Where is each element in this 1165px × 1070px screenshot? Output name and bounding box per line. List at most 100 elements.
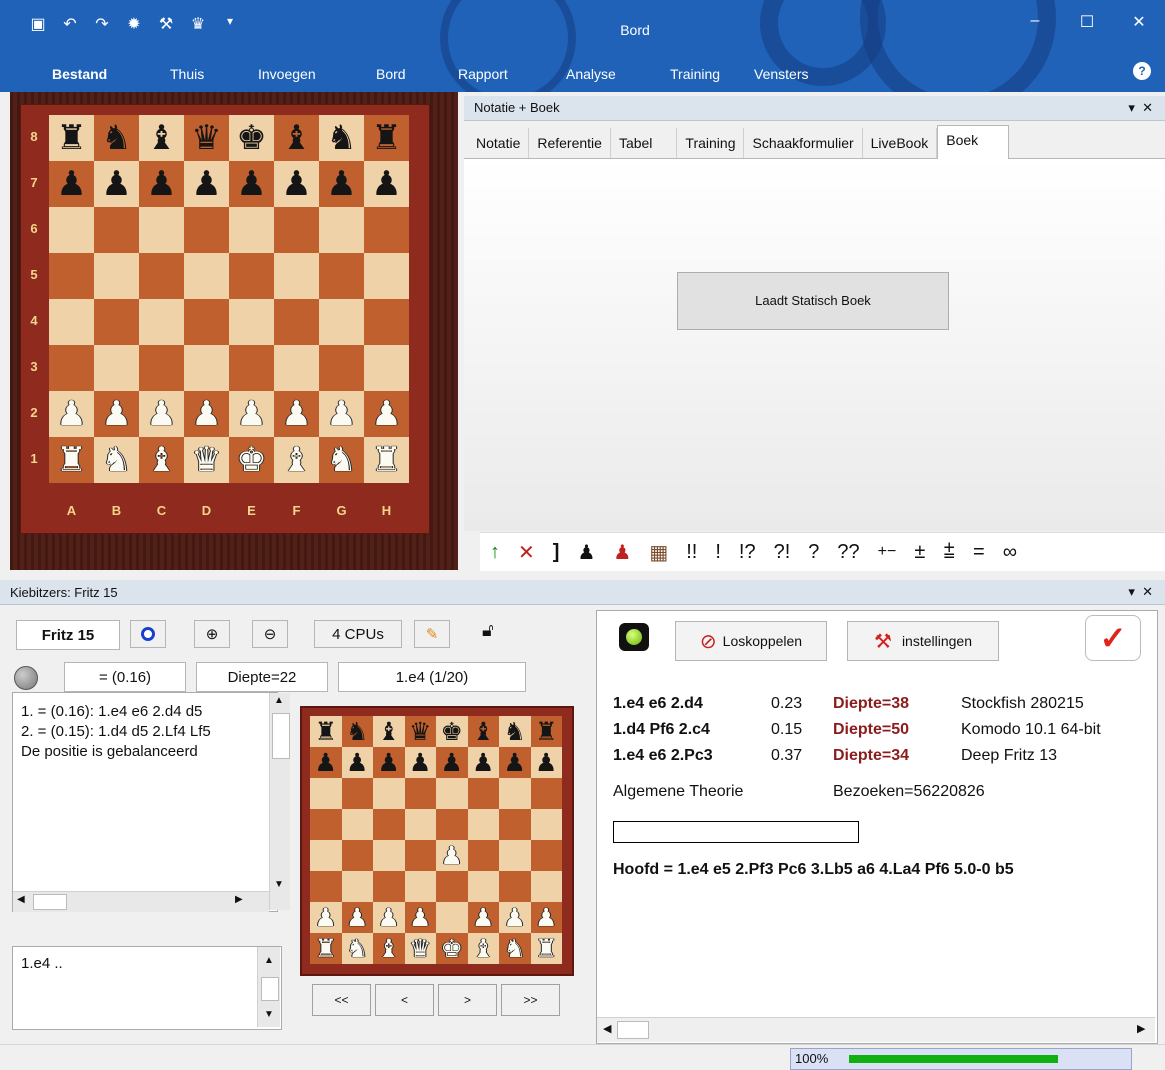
board-square[interactable]: ♟ bbox=[530, 747, 562, 778]
tab-boek[interactable]: Boek bbox=[937, 125, 1010, 159]
board-square[interactable]: ♟ bbox=[341, 902, 373, 933]
board-square[interactable]: ♞ bbox=[94, 437, 139, 483]
black-piece-n[interactable]: ♞ bbox=[346, 719, 368, 744]
black-piece-n[interactable]: ♞ bbox=[504, 719, 526, 744]
black-piece-p[interactable]: ♟ bbox=[472, 750, 494, 775]
symbol-white-better[interactable]: ± bbox=[914, 541, 925, 564]
board-square[interactable] bbox=[499, 778, 531, 809]
board-square[interactable] bbox=[364, 207, 409, 253]
board-square[interactable]: ♟ bbox=[404, 747, 436, 778]
board-square[interactable] bbox=[341, 809, 373, 840]
board-square[interactable] bbox=[229, 253, 274, 299]
board-square[interactable] bbox=[404, 871, 436, 902]
board-square[interactable] bbox=[94, 345, 139, 391]
black-piece-p[interactable]: ♟ bbox=[346, 750, 368, 775]
symbol-interesting[interactable]: !? bbox=[739, 541, 756, 564]
menu-analyse[interactable]: Analyse bbox=[566, 66, 670, 82]
stop-engine-icon[interactable] bbox=[130, 620, 166, 648]
board-square[interactable] bbox=[139, 253, 184, 299]
board-square[interactable]: ♟ bbox=[467, 902, 499, 933]
promote-variation-icon[interactable]: ↑ bbox=[490, 541, 500, 564]
engine-name-button[interactable]: Fritz 15 bbox=[16, 620, 120, 650]
board-square[interactable]: ♝ bbox=[139, 437, 184, 483]
white-piece-p[interactable]: ♟ bbox=[472, 905, 494, 930]
board-square[interactable] bbox=[436, 871, 468, 902]
board-square[interactable] bbox=[229, 299, 274, 345]
board-square[interactable]: ♟ bbox=[139, 391, 184, 437]
white-piece-p[interactable]: ♟ bbox=[535, 905, 557, 930]
white-piece-b[interactable]: ♝ bbox=[146, 443, 176, 477]
board-square[interactable]: ♛ bbox=[184, 437, 229, 483]
white-piece-q[interactable]: ♛ bbox=[191, 443, 221, 477]
white-piece-p[interactable]: ♟ bbox=[346, 905, 368, 930]
white-piece-p[interactable]: ♟ bbox=[101, 397, 131, 431]
board-square[interactable] bbox=[530, 871, 562, 902]
panel-close-icon[interactable]: ✕ bbox=[1142, 100, 1153, 115]
board-square[interactable]: ♟ bbox=[229, 391, 274, 437]
symbol-good[interactable]: ! bbox=[715, 541, 721, 564]
board-square[interactable]: ♛ bbox=[404, 716, 436, 747]
board-square[interactable] bbox=[49, 253, 94, 299]
board-square[interactable] bbox=[94, 253, 139, 299]
board-square[interactable] bbox=[499, 809, 531, 840]
black-piece-r[interactable]: ♜ bbox=[535, 719, 557, 744]
black-piece-p[interactable]: ♟ bbox=[535, 750, 557, 775]
nav-next-button[interactable]: > bbox=[438, 984, 497, 1016]
board-square[interactable]: ♟ bbox=[404, 902, 436, 933]
scrollbar-thumb[interactable] bbox=[33, 894, 67, 910]
panel-menu-icon[interactable]: ▾ bbox=[1128, 584, 1135, 599]
black-piece-p[interactable]: ♟ bbox=[371, 167, 401, 201]
board-square[interactable]: ♚ bbox=[229, 115, 274, 161]
white-piece-p[interactable]: ♟ bbox=[56, 397, 86, 431]
board-square[interactable] bbox=[319, 253, 364, 299]
board-square[interactable] bbox=[319, 299, 364, 345]
menu-thuis[interactable]: Thuis bbox=[170, 66, 258, 82]
symbol-white-winning[interactable]: +− bbox=[878, 543, 897, 561]
black-pawn-icon[interactable]: ♟ bbox=[577, 540, 595, 565]
board-square[interactable] bbox=[274, 345, 319, 391]
board-square[interactable] bbox=[436, 778, 468, 809]
board-square[interactable]: ♟ bbox=[49, 391, 94, 437]
menu-rapport[interactable]: Rapport bbox=[458, 66, 566, 82]
board-square[interactable] bbox=[467, 840, 499, 871]
board-square[interactable]: ♟ bbox=[373, 902, 405, 933]
board-square[interactable]: ♝ bbox=[467, 933, 499, 964]
black-piece-b[interactable]: ♝ bbox=[281, 121, 311, 155]
board-square[interactable] bbox=[436, 902, 468, 933]
white-piece-k[interactable]: ♚ bbox=[441, 936, 463, 961]
board-square[interactable]: ♝ bbox=[274, 115, 319, 161]
zoom-out-icon[interactable]: ⊖ bbox=[252, 620, 288, 648]
black-piece-r[interactable]: ♜ bbox=[371, 121, 401, 155]
board-square[interactable]: ♚ bbox=[229, 437, 274, 483]
board-square[interactable]: ♝ bbox=[373, 933, 405, 964]
black-piece-q[interactable]: ♛ bbox=[191, 121, 221, 155]
board-square[interactable] bbox=[467, 809, 499, 840]
board-square[interactable]: ♟ bbox=[530, 902, 562, 933]
board-square[interactable] bbox=[49, 207, 94, 253]
board-square[interactable] bbox=[436, 809, 468, 840]
moves-box[interactable]: 1.e4 .. ▲ ▼ bbox=[12, 946, 282, 1030]
tab-tabel[interactable]: Tabel bbox=[610, 128, 678, 158]
tab-referentie[interactable]: Referentie bbox=[529, 128, 611, 158]
board-square[interactable]: ♞ bbox=[319, 115, 364, 161]
board-square[interactable]: ♞ bbox=[341, 716, 373, 747]
board-square[interactable] bbox=[404, 840, 436, 871]
black-piece-p[interactable]: ♟ bbox=[281, 167, 311, 201]
board-square[interactable]: ♜ bbox=[49, 437, 94, 483]
white-piece-n[interactable]: ♞ bbox=[326, 443, 356, 477]
scrollbar-thumb[interactable] bbox=[261, 977, 279, 1001]
menu-bord[interactable]: Bord bbox=[376, 66, 458, 82]
board-square[interactable]: ♟ bbox=[184, 161, 229, 207]
board-square[interactable]: ♞ bbox=[499, 933, 531, 964]
board-square[interactable] bbox=[319, 207, 364, 253]
scrollbar-thumb[interactable] bbox=[272, 713, 290, 759]
scrollbar-thumb[interactable] bbox=[617, 1021, 649, 1039]
black-piece-p[interactable]: ♟ bbox=[236, 167, 266, 201]
board-square[interactable] bbox=[499, 840, 531, 871]
settings-button[interactable]: ⚒ instellingen bbox=[847, 621, 999, 661]
edit-icon[interactable]: ✎ bbox=[414, 620, 450, 648]
zoom-indicator[interactable]: 100% bbox=[790, 1048, 1132, 1070]
black-piece-n[interactable]: ♞ bbox=[326, 121, 356, 155]
white-piece-n[interactable]: ♞ bbox=[346, 936, 368, 961]
disconnect-button[interactable]: ⊘ Loskoppelen bbox=[675, 621, 827, 661]
